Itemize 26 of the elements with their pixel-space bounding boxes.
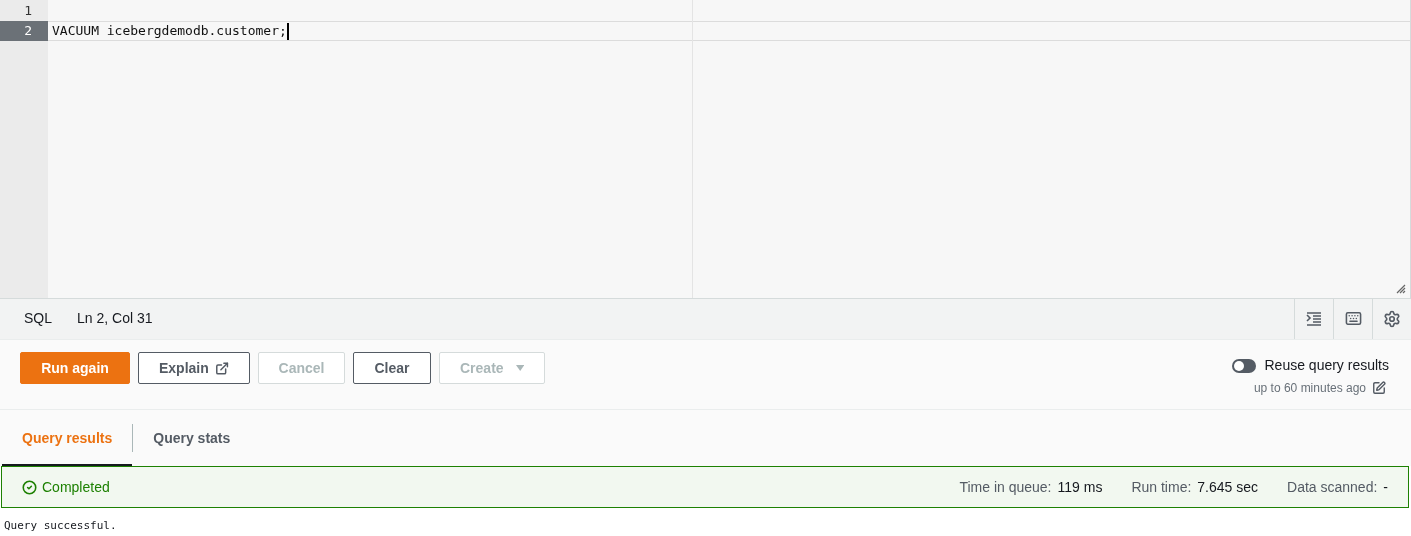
- status-label: Completed: [22, 476, 110, 498]
- stat-label: Time in queue:: [959, 477, 1052, 497]
- edit-icon[interactable]: [1372, 381, 1386, 396]
- stat-value: 119 ms: [1057, 477, 1103, 497]
- toolbar-button[interactable]: Explain: [138, 352, 250, 385]
- stat-value: 7.645 sec: [1197, 477, 1259, 497]
- results-tab[interactable]: Query stats: [133, 409, 251, 467]
- caret-icon: [515, 364, 524, 373]
- code-line: VACUUM icebergdemodb.customer;: [52, 22, 287, 41]
- result-message: Query successful.: [4, 519, 117, 532]
- stat-value: -: [1383, 477, 1388, 497]
- reuse-subtitle: up to 60 minutes ago: [1253, 380, 1366, 398]
- check-circle-icon: [22, 479, 37, 495]
- toggle-switch[interactable]: [1232, 358, 1257, 373]
- toolbar-button[interactable]: Clear: [353, 352, 431, 385]
- toggle-label: Reuse query results: [1264, 356, 1389, 376]
- code-editor[interactable]: 1 2 VACUUM icebergdemodb.customer;: [0, 0, 1411, 298]
- language-label: SQL: [24, 309, 52, 329]
- line-number: 1: [23, 2, 33, 20]
- text-cursor: [286, 22, 289, 40]
- line-number: 2: [0, 21, 48, 41]
- stat-label: Run time:: [1131, 477, 1192, 497]
- stat-label: Data scanned:: [1287, 477, 1378, 497]
- cursor-position: Ln 2, Col 31: [77, 309, 153, 329]
- resize-handle-icon[interactable]: [1396, 283, 1406, 294]
- external-link-icon: [214, 360, 229, 376]
